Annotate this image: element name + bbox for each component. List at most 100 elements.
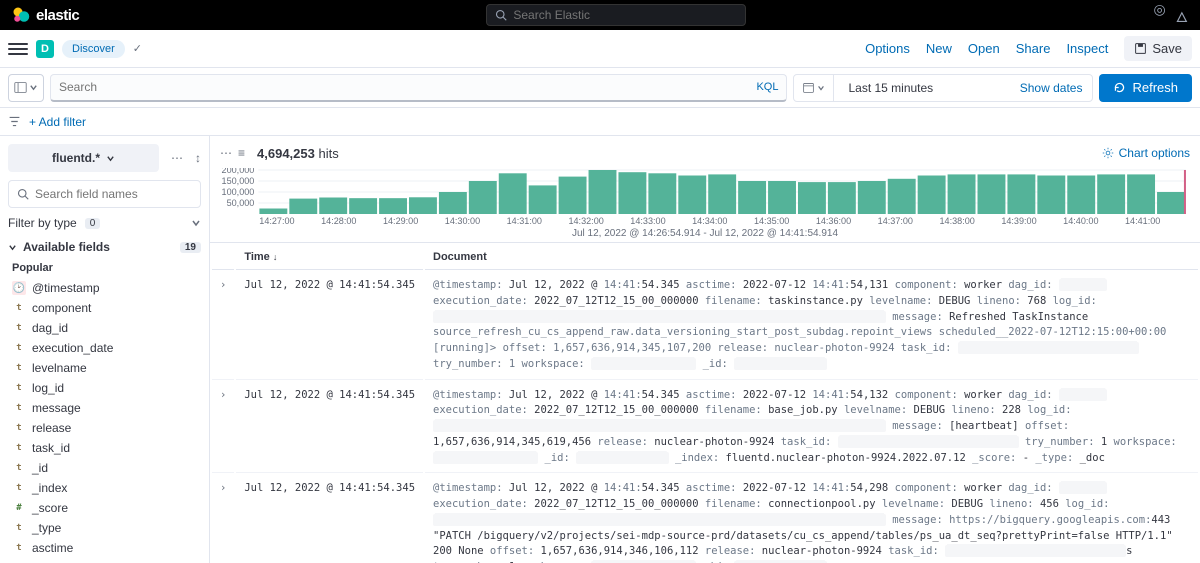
field-search[interactable] <box>8 180 201 208</box>
expand-row[interactable]: › <box>212 272 234 380</box>
global-search[interactable] <box>486 4 746 26</box>
date-picker[interactable]: Last 15 minutes Show dates <box>793 74 1093 102</box>
fields-sidebar: fluentd.* ⋯ ↕ Filter by type 0 Available… <box>0 136 210 563</box>
link-options[interactable]: Options <box>865 41 910 56</box>
link-open[interactable]: Open <box>968 41 1000 56</box>
field-item[interactable]: tmessage <box>0 398 209 418</box>
show-dates-link[interactable]: Show dates <box>1010 81 1093 95</box>
svg-text:14:39:00: 14:39:00 <box>1001 216 1036 226</box>
doc-table-wrap[interactable]: Time ↓ Document › Jul 12, 2022 @ 14:41:5… <box>210 242 1200 563</box>
query-lang[interactable]: KQL <box>756 81 778 93</box>
chevron-down-icon <box>8 243 17 252</box>
refresh-icon <box>1113 81 1126 94</box>
field-name: release <box>32 421 71 435</box>
available-count-badge: 19 <box>180 242 201 253</box>
field-item[interactable]: t_id <box>0 458 209 478</box>
field-item[interactable]: t release <box>0 418 209 438</box>
query-input-wrap[interactable]: KQL <box>50 74 787 102</box>
date-range-text[interactable]: Last 15 minutes <box>834 81 1009 95</box>
field-type-icon: t <box>12 541 26 555</box>
svg-text:200,000: 200,000 <box>222 168 255 175</box>
link-share[interactable]: Share <box>1016 41 1051 56</box>
field-item[interactable]: t_index <box>0 478 209 498</box>
global-search-input[interactable] <box>513 8 737 22</box>
app-bar: D Discover ✓ Options New Open Share Insp… <box>0 30 1200 68</box>
field-name: _id <box>32 461 48 475</box>
svg-text:14:31:00: 14:31:00 <box>507 216 542 226</box>
field-name: dag_id <box>32 321 68 335</box>
brand-text: elastic <box>36 7 79 24</box>
field-stats-icon[interactable]: ⋯ <box>220 146 232 160</box>
svg-text:14:28:00: 14:28:00 <box>321 216 356 226</box>
news-icon[interactable]: 🜂 <box>1176 1 1188 30</box>
search-icon <box>495 9 507 21</box>
hits-bar: ⋯ ≡ 4,694,253 hits Chart options <box>210 136 1200 164</box>
svg-text:14:40:00: 14:40:00 <box>1063 216 1098 226</box>
field-type-icon: 🕑 <box>12 281 26 295</box>
field-type-icon: t <box>12 301 26 315</box>
field-item[interactable]: 🕑@timestamp <box>0 278 209 298</box>
field-item[interactable]: tlog_id <box>0 378 209 398</box>
sidebar-toggle[interactable] <box>8 74 44 102</box>
cell-doc: @timestamp: Jul 12, 2022 @ 14:41:54.345 … <box>425 272 1198 380</box>
link-inspect[interactable]: Inspect <box>1066 41 1108 56</box>
refresh-button[interactable]: Refresh <box>1099 74 1192 102</box>
filter-settings-icon[interactable] <box>8 115 21 128</box>
expand-row[interactable]: › <box>212 382 234 474</box>
field-name: message <box>32 401 81 415</box>
app-mode-badge[interactable]: Discover <box>62 40 125 58</box>
query-bar: KQL Last 15 minutes Show dates Refresh <box>0 68 1200 108</box>
field-type-icon: t <box>12 521 26 535</box>
svg-text:14:37:00: 14:37:00 <box>878 216 913 226</box>
field-item[interactable]: tfilename <box>0 558 209 563</box>
doc-table: Time ↓ Document › Jul 12, 2022 @ 14:41:5… <box>210 243 1200 563</box>
chart-options[interactable]: Chart options <box>1102 146 1190 160</box>
nav-toggle[interactable] <box>8 39 28 59</box>
logo[interactable]: elastic <box>12 6 79 24</box>
layout-icon[interactable]: ≡ <box>238 146 245 160</box>
panel-icon <box>14 81 27 94</box>
expand-row[interactable]: › <box>212 475 234 563</box>
index-pattern-selector[interactable]: fluentd.* <box>8 144 159 172</box>
index-pattern-label: fluentd.* <box>52 151 100 165</box>
field-item[interactable]: tasctime <box>0 538 209 558</box>
field-name: component <box>32 301 91 315</box>
filter-count-badge: 0 <box>85 218 101 229</box>
col-doc-header[interactable]: Document <box>425 245 1198 270</box>
available-fields-header[interactable]: Available fields 19 <box>8 236 201 258</box>
field-type-icon: t <box>12 361 26 375</box>
link-new[interactable]: New <box>926 41 952 56</box>
save-label: Save <box>1152 41 1182 56</box>
field-item[interactable]: t_type <box>0 518 209 538</box>
histogram[interactable]: 50,000100,000150,000200,00014:27:0014:28… <box>210 164 1200 242</box>
space-avatar[interactable]: D <box>36 40 54 58</box>
field-item[interactable]: texecution_date <box>0 338 209 358</box>
svg-text:14:33:00: 14:33:00 <box>630 216 665 226</box>
available-fields-label: Available fields <box>23 240 110 254</box>
date-quick-select[interactable] <box>794 75 834 101</box>
field-item[interactable]: tlevelname <box>0 358 209 378</box>
filter-by-type[interactable]: Filter by type 0 <box>8 216 201 230</box>
chart-options-label: Chart options <box>1119 146 1190 160</box>
field-search-input[interactable] <box>35 187 192 201</box>
field-name: log_id <box>32 381 64 395</box>
col-time-header[interactable]: Time ↓ <box>236 245 423 270</box>
sidebar-sort-icon[interactable]: ↕ <box>195 151 209 165</box>
svg-text:14:32:00: 14:32:00 <box>568 216 603 226</box>
field-item[interactable]: #_score <box>0 498 209 518</box>
svg-text:14:41:00: 14:41:00 <box>1125 216 1160 226</box>
field-type-icon: t <box>12 421 26 435</box>
add-filter-link[interactable]: + Add filter <box>29 115 86 129</box>
sidebar-more-icon[interactable]: ⋯ <box>171 151 191 165</box>
field-item[interactable]: ttask_id <box>0 438 209 458</box>
query-input[interactable] <box>59 80 756 94</box>
table-row: › Jul 12, 2022 @ 14:41:54.345 @timestamp… <box>212 382 1198 474</box>
save-button[interactable]: Save <box>1124 36 1192 61</box>
table-row: › Jul 12, 2022 @ 14:41:54.345 @timestamp… <box>212 272 1198 380</box>
field-item[interactable]: t component <box>0 298 209 318</box>
field-list: Popular 🕑@timestamptcomponenttdag_idtexe… <box>0 258 209 563</box>
chevron-down-icon <box>191 218 201 228</box>
svg-text:50,000: 50,000 <box>227 198 255 208</box>
help-icon[interactable]: ◎ <box>1154 1 1166 30</box>
field-item[interactable]: tdag_id <box>0 318 209 338</box>
